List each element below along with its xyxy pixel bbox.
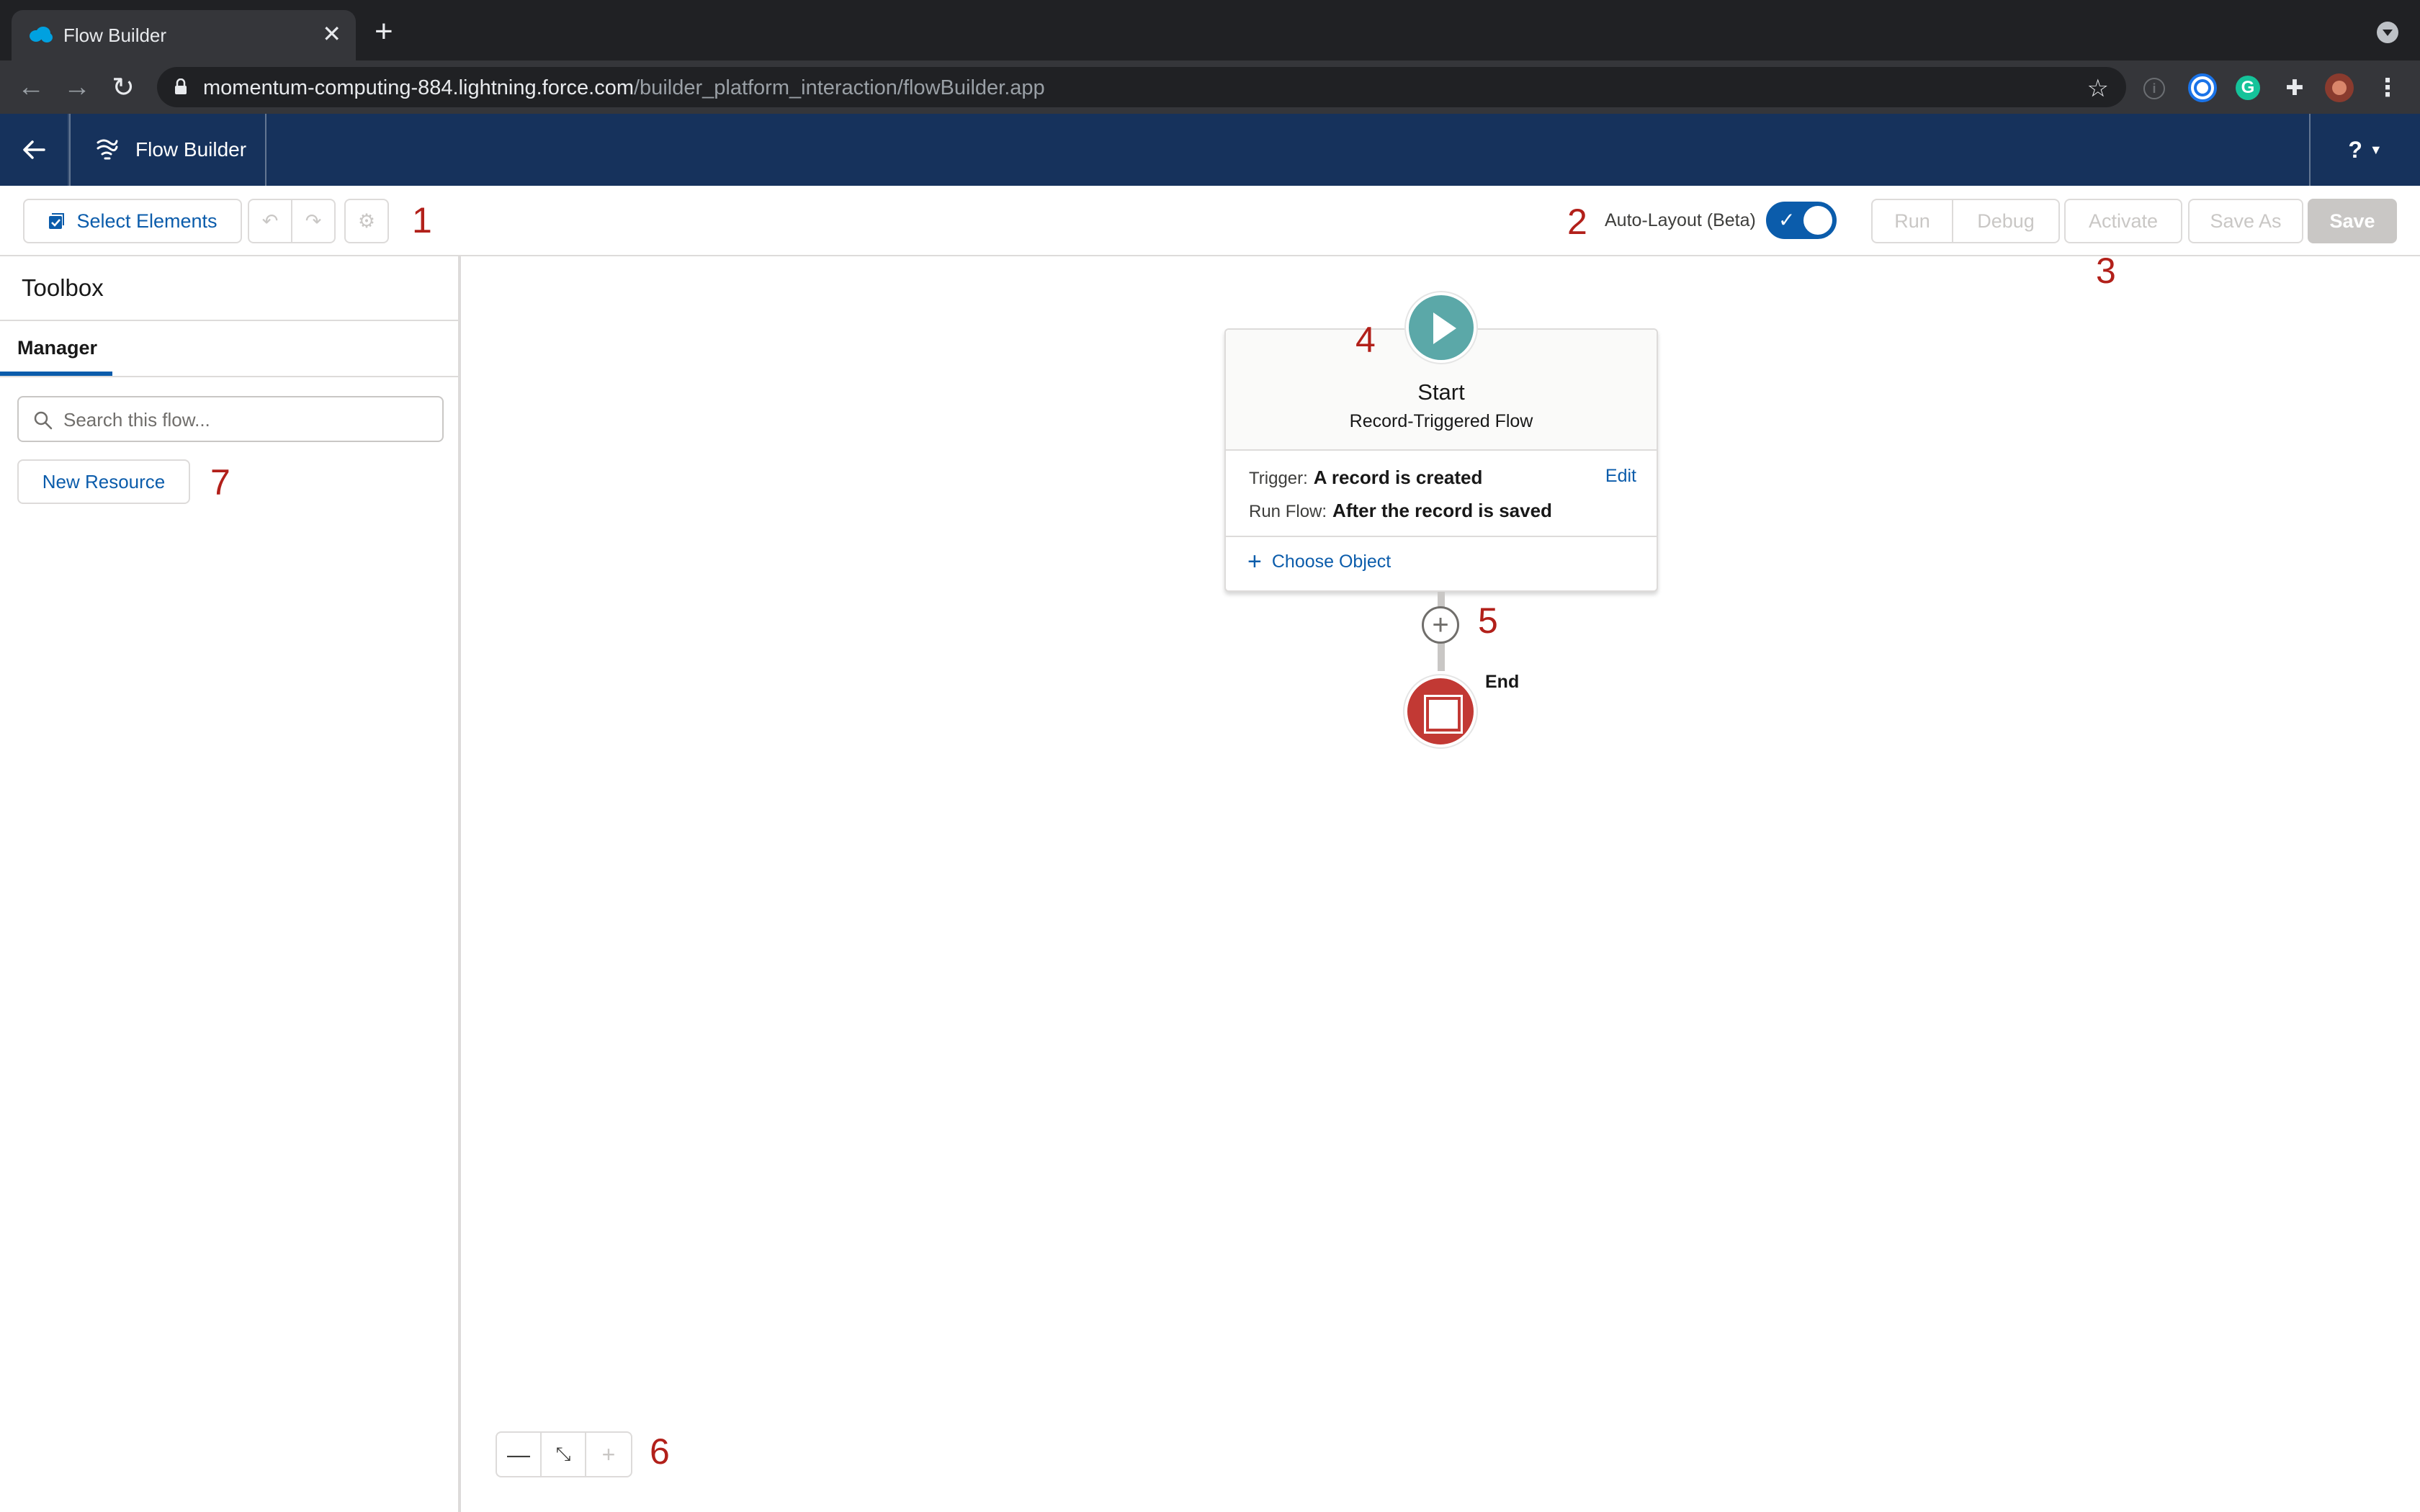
minus-icon: — — [507, 1441, 530, 1467]
profile-avatar[interactable] — [2325, 73, 2354, 102]
undo-icon: ↶ — [261, 210, 279, 232]
annotation-5: 5 — [1478, 600, 1498, 641]
start-subtitle: Record-Triggered Flow — [1349, 411, 1533, 431]
browser-tab-title: Flow Builder — [63, 24, 167, 46]
select-elements-label: Select Elements — [76, 210, 218, 232]
run-flow-value: After the record is saved — [1332, 500, 1552, 521]
browser-tab-bar: Flow Builder ✕ + — [0, 0, 2420, 60]
help-menu-button[interactable]: ? ▼ — [2309, 114, 2420, 186]
app-name: Flow Builder — [135, 138, 247, 161]
flow-properties-button[interactable]: ⚙ — [344, 199, 389, 243]
redo-button[interactable]: ↷ — [291, 199, 336, 243]
collapse-arrows-icon: ⤡ — [555, 1443, 571, 1464]
zoom-in-button[interactable]: + — [586, 1433, 631, 1476]
debug-button[interactable]: Debug — [1952, 199, 2060, 243]
annotation-2: 2 — [1567, 202, 1587, 242]
reload-icon[interactable]: ↻ — [105, 69, 141, 105]
choose-object-label: Choose Object — [1271, 552, 1392, 572]
divider — [0, 376, 458, 377]
plus-icon: + — [1247, 548, 1262, 575]
annotation-3: 3 — [2096, 251, 2116, 291]
builder-toolbar: Select Elements ↶ ↷ ⚙ Auto-Layout (Beta)… — [0, 186, 2420, 256]
save-as-button[interactable]: Save As — [2188, 199, 2303, 243]
help-icon: ? — [2348, 136, 2362, 163]
close-tab-icon[interactable]: ✕ — [322, 22, 341, 46]
save-button[interactable]: Save — [2308, 199, 2397, 243]
flow-icon — [97, 139, 118, 160]
new-tab-button[interactable]: + — [375, 16, 393, 48]
trigger-row: Trigger: A record is created — [1249, 467, 1482, 490]
annotation-7: 7 — [210, 462, 230, 503]
zoom-controls: — ⤡ + — [496, 1431, 632, 1477]
auto-layout-label: Auto-Layout (Beta) — [1605, 210, 1756, 230]
toggle-knob — [1803, 206, 1832, 235]
check-icon: ✓ — [1778, 209, 1796, 231]
address-bar[interactable]: momentum-computing-884.lightning.force.c… — [157, 67, 2126, 107]
zoom-out-button[interactable]: — — [497, 1433, 542, 1476]
end-label: End — [1485, 672, 1520, 692]
activate-button[interactable]: Activate — [2064, 199, 2182, 243]
annotation-6: 6 — [650, 1431, 670, 1472]
browser-tab[interactable]: Flow Builder ✕ — [12, 10, 356, 60]
edit-trigger-link[interactable]: Edit — [1605, 465, 1636, 487]
annotation-4: 4 — [1355, 320, 1376, 360]
salesforce-cloud-icon — [30, 27, 53, 42]
select-elements-button[interactable]: Select Elements — [23, 199, 242, 243]
app-title: Flow Builder — [69, 114, 266, 186]
redo-icon: ↷ — [305, 210, 322, 232]
url-text: momentum-computing-884.lightning.force.c… — [203, 76, 1045, 100]
plus-icon: + — [601, 1441, 616, 1467]
new-resource-button[interactable]: New Resource — [17, 459, 190, 504]
url-domain: momentum-computing-884.lightning.force.c… — [203, 76, 634, 99]
grammarly-extension-icon[interactable]: G — [2236, 76, 2260, 100]
search-input[interactable] — [63, 406, 424, 433]
url-path: /builder_platform_interaction/flowBuilde… — [634, 76, 1045, 99]
bookmark-star-icon[interactable]: ☆ — [2087, 74, 2109, 103]
info-extension-icon[interactable]: i — [2143, 78, 2165, 99]
chevron-down-icon: ▼ — [2369, 142, 2383, 157]
browser-toolbar: ← → ↻ momentum-computing-884.lightning.f… — [0, 60, 2420, 114]
annotation-1: 1 — [412, 200, 432, 240]
divider — [1226, 536, 1657, 537]
flow-builder-header: Flow Builder ? ▼ — [0, 114, 2420, 186]
tab-search-icon[interactable] — [2377, 22, 2398, 43]
select-checkbox-icon — [49, 213, 65, 229]
toolbox-title: Toolbox — [22, 274, 104, 301]
trigger-value: A record is created — [1313, 467, 1483, 488]
browser-menu-icon[interactable]: ⋮ — [2375, 73, 2400, 102]
plus-icon: + — [1432, 609, 1449, 641]
back-button[interactable] — [0, 114, 69, 186]
browser-forward-icon[interactable]: → — [59, 69, 95, 105]
toolbox-panel: Toolbox Manager New Resource — [0, 256, 461, 1512]
search-field[interactable] — [17, 396, 444, 442]
divider — [0, 320, 458, 321]
browser-back-icon[interactable]: ← — [13, 69, 49, 105]
trigger-label: Trigger: — [1249, 469, 1308, 488]
undo-button[interactable]: ↶ — [248, 199, 292, 243]
choose-object-link[interactable]: + Choose Object — [1247, 548, 1392, 575]
run-flow-label: Run Flow: — [1249, 502, 1327, 521]
start-title: Start — [1417, 379, 1465, 405]
gear-icon: ⚙ — [357, 210, 376, 232]
tab-manager[interactable]: Manager — [17, 336, 97, 360]
flow-canvas[interactable]: Start Record-Triggered Flow Trigger: A re… — [464, 256, 2420, 1512]
auto-layout-toggle[interactable]: ✓ — [1766, 202, 1837, 239]
back-arrow-icon — [23, 140, 45, 159]
search-icon — [34, 411, 53, 430]
fit-to-view-button[interactable]: ⤡ — [542, 1433, 586, 1476]
extensions-puzzle-icon[interactable]: ✚ — [2280, 73, 2309, 102]
run-flow-row: Run Flow: After the record is saved — [1249, 500, 1552, 523]
search-extension-icon[interactable] — [2188, 73, 2217, 102]
start-element-card[interactable]: Start Record-Triggered Flow Trigger: A re… — [1224, 328, 1658, 592]
start-play-icon[interactable] — [1406, 292, 1476, 363]
run-button[interactable]: Run — [1871, 199, 1953, 243]
add-element-button[interactable]: + — [1422, 606, 1459, 644]
lock-icon — [175, 78, 187, 94]
end-stop-icon[interactable] — [1404, 675, 1476, 747]
